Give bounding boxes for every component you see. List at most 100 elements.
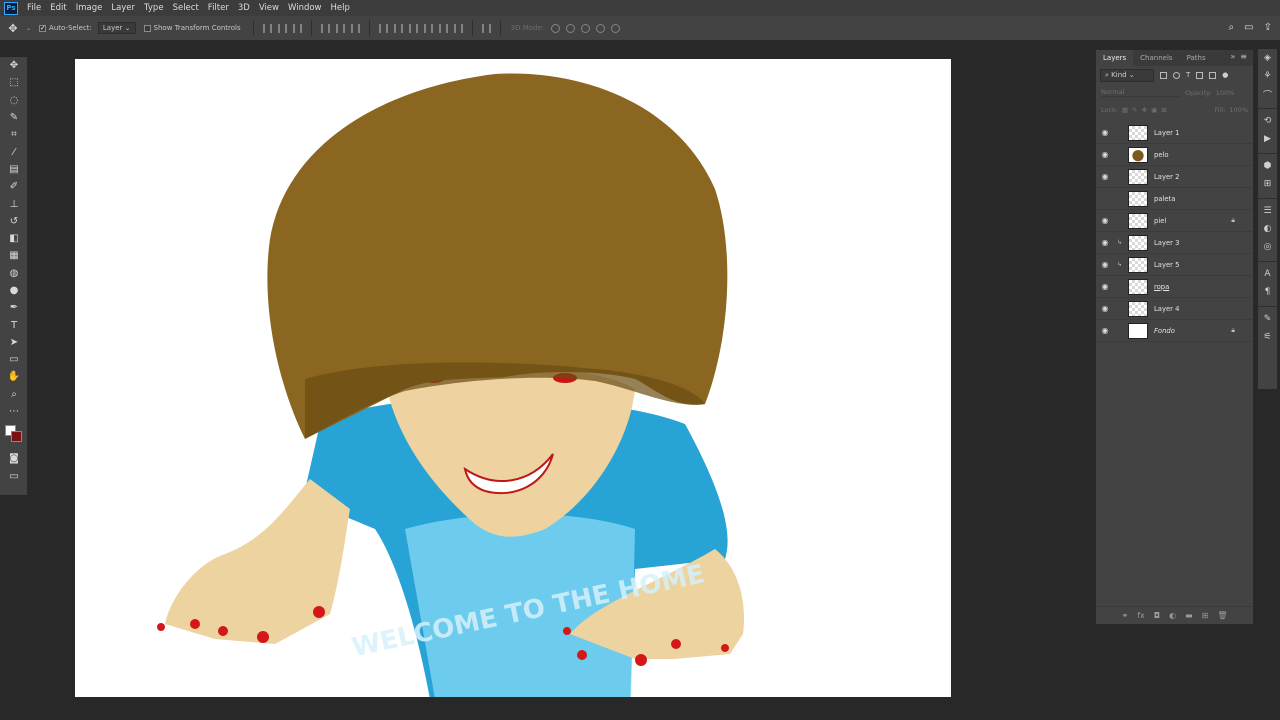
search-icon[interactable]: ⌕: [1229, 22, 1235, 33]
type-tool-icon[interactable]: T: [0, 316, 28, 333]
layer-row[interactable]: ◉ Layer 4: [1096, 298, 1253, 320]
layer-row[interactable]: ◉ piel 🔒︎: [1096, 210, 1253, 232]
menu-type[interactable]: Type: [144, 3, 164, 13]
channels-icon[interactable]: ⚘: [1258, 67, 1277, 85]
distribute-bottom-icon[interactable]: [408, 23, 418, 33]
background-color-swatch[interactable]: [11, 431, 22, 443]
tool-preset-chevron-icon[interactable]: ⌄: [26, 25, 31, 32]
align-right-icon[interactable]: [350, 23, 360, 33]
lasso-tool-icon[interactable]: ◌: [0, 92, 28, 109]
blend-mode-dropdown[interactable]: Normal: [1101, 88, 1181, 97]
align-top-icon[interactable]: [262, 23, 272, 33]
menu-help[interactable]: Help: [331, 3, 350, 13]
brush-settings-icon[interactable]: ⚟: [1258, 328, 1277, 346]
align-horizontal-center-icon[interactable]: [335, 23, 345, 33]
eye-icon[interactable]: ◉: [1096, 216, 1114, 225]
filter-kind-dropdown[interactable]: ⌕ Kind ⌄: [1100, 68, 1154, 82]
3d-scale-icon[interactable]: [611, 23, 621, 33]
eyedropper-tool-icon[interactable]: ⁄: [0, 143, 28, 160]
tab-paths[interactable]: Paths: [1180, 50, 1213, 66]
eye-icon[interactable]: ◉: [1096, 282, 1114, 291]
menu-window[interactable]: Window: [288, 3, 322, 13]
grid-icon[interactable]: ⊞: [1258, 175, 1277, 193]
new-layer-icon[interactable]: ⊞: [1202, 611, 1209, 620]
menu-layer[interactable]: Layer: [111, 3, 135, 13]
eye-icon[interactable]: ◉: [1096, 128, 1114, 137]
share-icon[interactable]: ⇪: [1264, 22, 1272, 33]
align-vertical-center-icon[interactable]: [277, 23, 287, 33]
filter-smart-object-icon[interactable]: [1209, 71, 1217, 79]
filter-type-icon[interactable]: T: [1186, 71, 1190, 79]
new-group-icon[interactable]: ▬: [1185, 611, 1193, 620]
lock-artboard-icon[interactable]: ▣: [1151, 106, 1157, 114]
history-brush-tool-icon[interactable]: ↺: [0, 213, 28, 230]
lock-paint-icon[interactable]: ✎: [1132, 106, 1137, 114]
actions-icon[interactable]: ▶: [1258, 130, 1277, 148]
paragraph-icon[interactable]: ¶: [1258, 283, 1277, 301]
quick-selection-tool-icon[interactable]: ✎: [0, 109, 28, 126]
adjustment-layer-icon[interactable]: ◐: [1169, 611, 1176, 620]
gradient-tool-icon[interactable]: ▦: [0, 247, 28, 264]
tab-channels[interactable]: Channels: [1133, 50, 1179, 66]
properties-icon[interactable]: ☰: [1258, 202, 1277, 220]
eye-icon[interactable]: ◉: [1096, 304, 1114, 313]
paths-icon[interactable]: ⌒: [1258, 85, 1277, 103]
eraser-tool-icon[interactable]: ◧: [0, 230, 28, 247]
workspace-icon[interactable]: ▭: [1244, 22, 1253, 33]
filter-shape-icon[interactable]: [1196, 71, 1204, 79]
move-icon[interactable]: ✥: [0, 22, 26, 35]
layer-row[interactable]: paleta: [1096, 188, 1253, 210]
pen-tool-icon[interactable]: ✒: [0, 299, 28, 316]
path-selection-tool-icon[interactable]: ➤: [0, 334, 28, 351]
auto-select-target-dropdown[interactable]: Layer ⌄: [97, 22, 136, 34]
layer-row[interactable]: ◉ pelo: [1096, 144, 1253, 166]
marquee-tool-icon[interactable]: ⬚: [0, 74, 28, 91]
lock-transparent-icon[interactable]: ▦: [1122, 106, 1128, 114]
distribute-center-icon[interactable]: [393, 23, 403, 33]
menu-select[interactable]: Select: [173, 3, 199, 13]
dodge-tool-icon[interactable]: ●: [0, 282, 28, 299]
3d-roll-icon[interactable]: [566, 23, 576, 33]
layer-row[interactable]: ◉ ↳ Layer 3: [1096, 232, 1253, 254]
menu-edit[interactable]: Edit: [50, 3, 66, 13]
layer-row[interactable]: ◉ Layer 1: [1096, 122, 1253, 144]
link-layers-icon[interactable]: ⚭: [1122, 611, 1129, 620]
styles-icon[interactable]: ◎: [1258, 238, 1277, 256]
distribute-right-icon[interactable]: [453, 23, 463, 33]
distribute-hcenter-icon[interactable]: [438, 23, 448, 33]
filter-toggle-icon[interactable]: ●: [1222, 71, 1228, 79]
menu-filter[interactable]: Filter: [208, 3, 229, 13]
3d-drag-icon[interactable]: [581, 23, 591, 33]
align-bottom-icon[interactable]: [292, 23, 302, 33]
menu-image[interactable]: Image: [76, 3, 103, 13]
filter-adjustment-icon[interactable]: [1173, 71, 1180, 79]
opacity-value[interactable]: 100%: [1216, 89, 1235, 97]
layers-panel-icon[interactable]: ◈: [1258, 49, 1277, 67]
adjustments-icon[interactable]: ◐: [1258, 220, 1277, 238]
panel-menu-icon[interactable]: » ≡: [1230, 52, 1247, 61]
brush-tool-icon[interactable]: ✐: [0, 178, 28, 195]
layer-style-icon[interactable]: fx: [1137, 611, 1145, 620]
layer-row[interactable]: ◉ ↳ Layer 5: [1096, 254, 1253, 276]
eye-icon[interactable]: ◉: [1096, 238, 1114, 247]
distribute-top-icon[interactable]: [378, 23, 388, 33]
menu-file[interactable]: File: [27, 3, 41, 13]
delete-layer-icon[interactable]: 🗑︎: [1217, 611, 1227, 620]
layer-row[interactable]: ◉ ropa: [1096, 276, 1253, 298]
fill-value[interactable]: 100%: [1229, 106, 1248, 114]
layer-row[interactable]: ◉ Fondo 🔒︎: [1096, 320, 1253, 342]
tab-layers[interactable]: Layers: [1096, 50, 1134, 66]
layer-row[interactable]: ◉ Layer 2: [1096, 166, 1253, 188]
healing-brush-tool-icon[interactable]: ▤: [0, 161, 28, 178]
edit-toolbar-icon[interactable]: ⋯: [0, 403, 28, 420]
menu-view[interactable]: View: [259, 3, 279, 13]
show-transform-controls-checkbox[interactable]: Show Transform Controls: [143, 24, 241, 32]
screen-mode-icon[interactable]: ▭: [0, 468, 28, 485]
distribute-left-icon[interactable]: [423, 23, 433, 33]
clone-stamp-tool-icon[interactable]: ⊥: [0, 195, 28, 212]
zoom-tool-icon[interactable]: ⌕: [0, 386, 28, 403]
crop-tool-icon[interactable]: ⌗: [0, 126, 28, 143]
lock-position-icon[interactable]: ✥: [1142, 106, 1147, 114]
quick-mask-icon[interactable]: ◙: [0, 450, 28, 467]
3d-icon[interactable]: ⬢: [1258, 157, 1277, 175]
